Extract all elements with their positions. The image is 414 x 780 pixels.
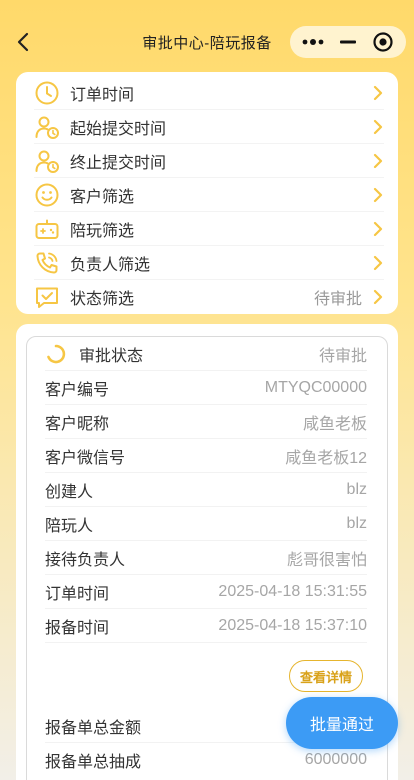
field-value: blz (346, 480, 367, 498)
smile-icon (35, 183, 59, 206)
field-label: 创建人 (45, 483, 94, 501)
field-value: 2025-04-18 15:31:55 (218, 582, 367, 600)
filter-label: 负责人筛选 (70, 256, 151, 274)
field-value: MTYQC00000 (264, 378, 367, 396)
chevron-right-icon (373, 255, 383, 270)
order-field-row: 报备时间 2025-04-18 15:37:10 (45, 609, 367, 643)
chevron-right-icon (373, 119, 383, 134)
field-label: 接待负责人 (45, 551, 126, 569)
filter-customer[interactable]: 客户筛选 (34, 178, 384, 212)
order-field-row: 陪玩人 blz (45, 507, 367, 541)
field-value: 咸鱼老板 (302, 415, 367, 433)
filter-label: 状态筛选 (70, 291, 135, 308)
chevron-right-icon (373, 153, 383, 168)
minimize-button[interactable] (333, 30, 363, 54)
mini-program-capsule (290, 26, 406, 58)
user-clock-icon (35, 116, 59, 139)
chevron-right-icon (373, 187, 383, 202)
filter-label: 起始提交时间 (70, 120, 167, 138)
chevron-right-icon (373, 85, 383, 100)
summary-label: 报备单总抽成 (45, 754, 142, 771)
nav-bar: 审批中心-陪玩报备 (0, 0, 414, 80)
phone-icon (36, 252, 58, 273)
more-button[interactable] (298, 30, 328, 54)
summary-value: 6000000 (304, 751, 367, 768)
filter-label: 订单时间 (70, 86, 135, 104)
summary-label: 报备单总金额 (45, 719, 142, 737)
field-label: 客户微信号 (45, 449, 126, 467)
chevron-right-icon (373, 289, 383, 305)
filter-manager[interactable]: 负责人筛选 (34, 246, 384, 280)
field-value: 咸鱼老板12 (285, 449, 367, 467)
gamepad-icon (35, 219, 59, 239)
order-field-row: 订单时间 2025-04-18 15:31:55 (45, 575, 367, 609)
field-value: blz (346, 514, 367, 532)
order-field-row: 客户编号 MTYQC00000 (45, 371, 367, 405)
filter-end-submit-time[interactable]: 终止提交时间 (34, 144, 384, 178)
field-value: 2025-04-18 15:37:10 (218, 616, 367, 634)
filter-start-submit-time[interactable]: 起始提交时间 (34, 110, 384, 144)
order-status-value: 待审批 (318, 347, 367, 365)
field-label: 客户昵称 (45, 415, 110, 433)
field-label: 报备时间 (45, 619, 110, 637)
chat-check-icon (36, 287, 58, 308)
filter-status[interactable]: 状态筛选 待审批 (34, 280, 384, 314)
filter-value: 待审批 (313, 291, 362, 308)
batch-approve-button[interactable]: 批量通过 (286, 697, 398, 749)
loading-spinner-icon (47, 344, 66, 363)
target-circle-icon (373, 32, 393, 52)
chevron-right-icon (373, 221, 383, 236)
order-field-row: 创建人 blz (45, 473, 367, 507)
filter-companion[interactable]: 陪玩筛选 (34, 212, 384, 246)
order-status-row: 审批状态 待审批 (45, 337, 367, 371)
field-label: 订单时间 (45, 585, 110, 603)
field-value: 彪哥很害怕 (286, 551, 367, 569)
filter-label: 终止提交时间 (70, 154, 167, 172)
view-details-button[interactable]: 查看详情 (288, 660, 363, 692)
field-label: 客户编号 (45, 381, 110, 399)
filter-order-time[interactable]: 订单时间 (34, 76, 384, 110)
filter-label: 客户筛选 (70, 188, 135, 206)
filter-card: 订单时间 起始提交时间 终止提交时间 客户筛选 陪玩筛选 负责人筛选 状态筛选 … (16, 72, 398, 314)
order-status-label: 审批状态 (79, 347, 144, 365)
filter-label: 陪玩筛选 (70, 222, 135, 240)
order-field-row: 客户昵称 咸鱼老板 (45, 405, 367, 439)
order-field-row: 客户微信号 咸鱼老板12 (45, 439, 367, 473)
clock-icon (35, 81, 59, 104)
user-clock-icon (35, 150, 59, 173)
minus-icon (339, 40, 356, 44)
close-mini-program-button[interactable] (368, 30, 398, 54)
field-label: 陪玩人 (45, 517, 94, 535)
order-field-row: 接待负责人 彪哥很害怕 (45, 541, 367, 575)
more-dots-icon (302, 39, 324, 45)
